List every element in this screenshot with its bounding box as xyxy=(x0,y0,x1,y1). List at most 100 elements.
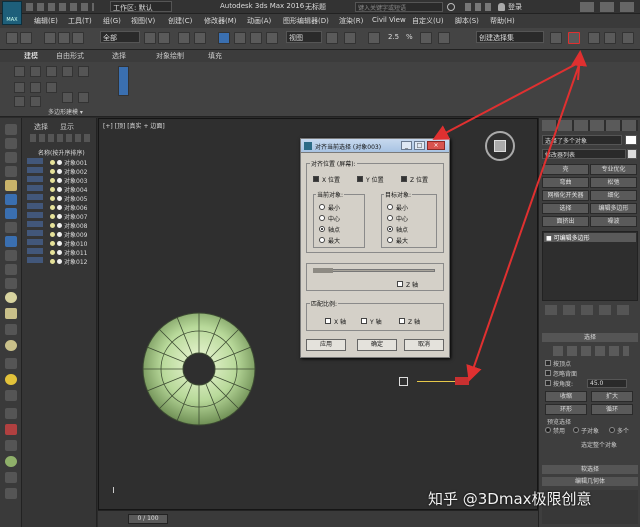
ribbon-tool-e-icon[interactable] xyxy=(30,96,41,107)
minimize-button[interactable]: _ xyxy=(401,141,412,150)
menu-civil-view[interactable]: Civil View xyxy=(372,16,406,24)
percent-snap[interactable]: % xyxy=(406,33,413,41)
list-item[interactable]: 对象007 xyxy=(50,212,87,221)
freeze-icon[interactable] xyxy=(57,241,62,246)
left-tool-8-icon[interactable] xyxy=(5,222,17,233)
light-bulb-icon[interactable] xyxy=(50,187,55,192)
ribbon-side-icon[interactable] xyxy=(118,66,129,96)
left-tool-23-icon[interactable] xyxy=(5,456,17,467)
time-slider-handle[interactable]: 0 / 100 xyxy=(128,514,168,524)
time-slider[interactable]: 0 / 100 xyxy=(98,510,538,527)
left-tool-13-icon[interactable] xyxy=(5,292,17,303)
scene-filter-icons[interactable] xyxy=(30,134,90,142)
list-item[interactable]: 对象010 xyxy=(50,239,87,248)
left-tool-22-icon[interactable] xyxy=(5,440,17,451)
ribbon-tab-freeform[interactable]: 自由形式 xyxy=(56,51,84,61)
pivot-gizmo-box[interactable] xyxy=(399,377,408,386)
window-crossing-icon[interactable] xyxy=(194,32,206,44)
left-tool-1-icon[interactable] xyxy=(5,124,17,135)
cancel-button[interactable]: 取消 xyxy=(404,339,444,351)
menu-graph-editors[interactable]: 图形编辑器(D) xyxy=(283,16,329,26)
freeze-icon[interactable] xyxy=(57,169,62,174)
menu-animation[interactable]: 动画(A) xyxy=(247,16,271,26)
gizmo-axis-arrow[interactable] xyxy=(455,377,469,385)
menu-scripting[interactable]: 脚本(S) xyxy=(455,16,479,26)
orientation-slider-handle[interactable] xyxy=(313,268,333,273)
ribbon-panel-label[interactable]: 多边形建模 ▾ xyxy=(48,107,83,116)
list-item[interactable]: 对象002 xyxy=(50,167,87,176)
modifier-meshsmooth-button[interactable]: 网格化开关器 xyxy=(542,190,589,201)
align-selection-dialog[interactable]: 对齐当前选择 (对象003) _ □ × 对齐位置 (屏幕): X 位置 Y 位… xyxy=(300,138,450,358)
app-logo[interactable]: MAX xyxy=(2,1,22,25)
current-min-radio[interactable] xyxy=(319,204,325,210)
menu-modifiers[interactable]: 修改器(M) xyxy=(204,16,237,26)
left-tool-16-icon[interactable] xyxy=(5,340,17,351)
pivot-center-icon[interactable] xyxy=(326,32,338,44)
viewport-label[interactable]: [+] [顶] [真实 + 边面] xyxy=(103,121,165,130)
light-bulb-icon[interactable] xyxy=(50,160,55,165)
select-object-icon[interactable] xyxy=(144,32,156,44)
gizmo-axis-x[interactable] xyxy=(417,381,457,382)
left-tool-11-icon[interactable] xyxy=(5,264,17,275)
link-icon[interactable] xyxy=(44,32,56,44)
list-item[interactable]: 对象009 xyxy=(50,230,87,239)
element-icon[interactable] xyxy=(78,66,89,77)
spinner-snap-icon[interactable] xyxy=(420,32,432,44)
scene-tab-select[interactable]: 选择 xyxy=(34,122,48,132)
current-center-radio[interactable] xyxy=(319,215,325,221)
by-angle-checkbox[interactable] xyxy=(545,380,551,386)
user-icon[interactable] xyxy=(498,3,505,11)
modifier-edit-poly-button[interactable]: 编辑多边形 xyxy=(590,203,637,214)
stack-control-icons[interactable] xyxy=(545,305,635,315)
list-item[interactable]: 对象005 xyxy=(50,194,87,203)
left-tool-6-icon[interactable] xyxy=(5,194,17,205)
unlink-icon[interactable] xyxy=(58,32,70,44)
list-item[interactable]: 对象008 xyxy=(50,221,87,230)
left-tool-15-icon[interactable] xyxy=(5,324,17,335)
ribbon-tool-b-icon[interactable] xyxy=(30,82,41,93)
left-tool-9-icon[interactable] xyxy=(5,236,17,247)
preview-multi-radio[interactable] xyxy=(609,427,615,433)
menu-views[interactable]: 视图(V) xyxy=(131,16,155,26)
freeze-icon[interactable] xyxy=(57,178,62,183)
menu-edit[interactable]: 编辑(E) xyxy=(34,16,58,26)
placement-icon[interactable] xyxy=(266,32,278,44)
left-tool-12-icon[interactable] xyxy=(5,278,17,289)
left-tool-17-icon[interactable] xyxy=(5,358,17,369)
search-input[interactable]: 键入关键字或短语 xyxy=(355,2,443,12)
left-tool-3-icon[interactable] xyxy=(5,152,17,163)
login-link[interactable]: 登录 xyxy=(508,2,522,12)
modifier-tessellate-button[interactable]: 细化 xyxy=(590,190,637,201)
light-bulb-icon[interactable] xyxy=(50,205,55,210)
freeze-icon[interactable] xyxy=(57,223,62,228)
modifier-list-dropdown[interactable]: 修改器列表 xyxy=(542,149,626,159)
menu-create[interactable]: 创建(C) xyxy=(168,16,192,26)
light-bulb-icon[interactable] xyxy=(50,259,55,264)
modifier-face-extrude-button[interactable]: 面挤出 xyxy=(542,216,589,227)
select-manipulate-icon[interactable] xyxy=(344,32,356,44)
loop-button[interactable]: 循环 xyxy=(591,404,633,415)
object-name-field[interactable]: 选择了多个对象 xyxy=(542,135,622,145)
preview-subobject-radio[interactable] xyxy=(573,427,579,433)
modifier-bend-button[interactable]: 弯曲 xyxy=(542,177,589,188)
light-bulb-icon[interactable] xyxy=(50,250,55,255)
select-scale-icon[interactable] xyxy=(250,32,262,44)
selection-rollout-header[interactable]: 选择 xyxy=(542,333,638,342)
list-item[interactable]: 对象012 xyxy=(50,257,87,266)
graphite-toggle-icon[interactable] xyxy=(604,32,616,44)
list-item[interactable]: 对象006 xyxy=(50,203,87,212)
preview-disabled-radio[interactable] xyxy=(545,427,551,433)
selection-filter-dropdown[interactable]: 全部 xyxy=(100,31,140,43)
freeze-icon[interactable] xyxy=(57,196,62,201)
list-item[interactable]: 对象011 xyxy=(50,248,87,257)
left-tool-4-icon[interactable] xyxy=(5,166,17,177)
modifier-stack-item[interactable]: ■ 可编辑多边形 xyxy=(544,233,636,242)
light-bulb-icon[interactable] xyxy=(50,178,55,183)
modifier-select-button[interactable]: 选择 xyxy=(542,203,589,214)
menu-rendering[interactable]: 渲染(R) xyxy=(339,16,363,26)
viewcube[interactable] xyxy=(485,131,515,161)
menu-help[interactable]: 帮助(H) xyxy=(490,16,515,26)
ribbon-tool-d-icon[interactable] xyxy=(14,96,25,107)
named-selection-set-dropdown[interactable]: 创建选择集 xyxy=(476,31,544,43)
quick-access-icons[interactable] xyxy=(26,3,94,11)
